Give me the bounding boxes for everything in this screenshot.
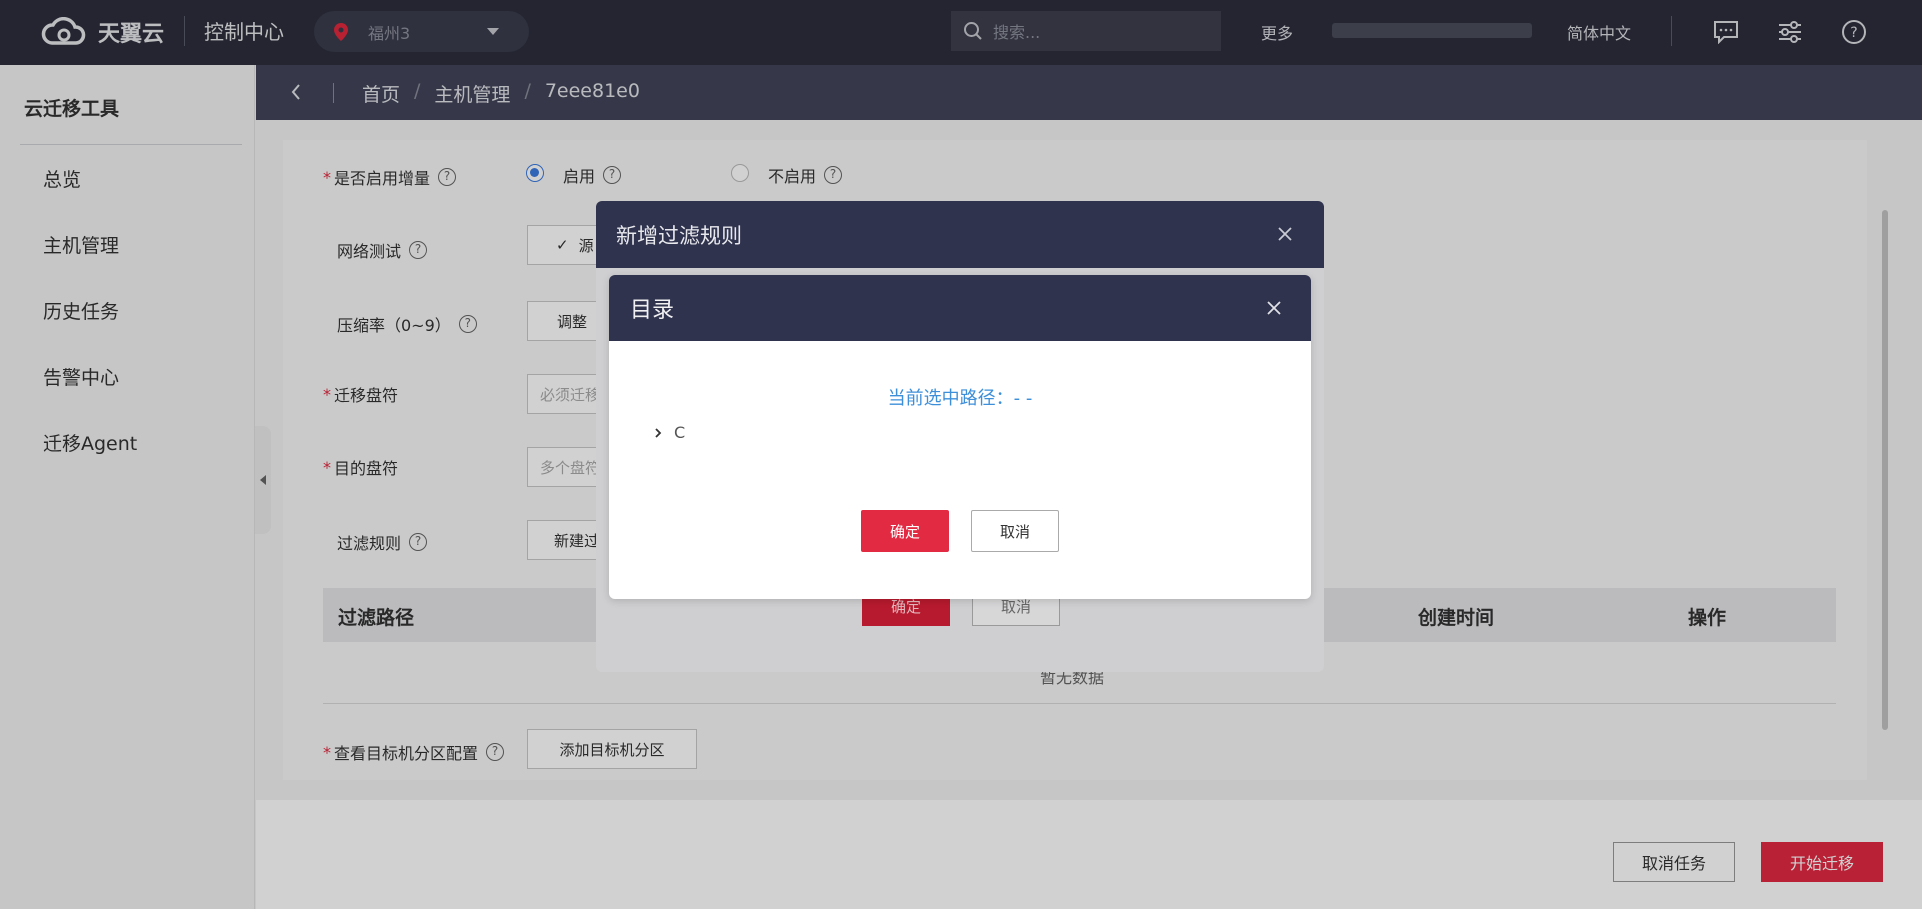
current-selected-path: 当前选中路径：- -: [887, 388, 1033, 409]
close-icon[interactable]: [1274, 223, 1296, 245]
dialog-title: 新增过滤规则: [616, 223, 742, 248]
dialog-header: 目录: [609, 275, 1311, 341]
tree-node-label[interactable]: C: [674, 423, 685, 442]
directory-dialog: 目录 当前选中路径：- - C 确定 取消: [609, 275, 1311, 599]
tree-node-c[interactable]: C: [654, 423, 685, 442]
confirm-button[interactable]: 确定: [861, 510, 949, 552]
cancel-button[interactable]: 取消: [971, 510, 1059, 552]
close-icon[interactable]: [1263, 297, 1285, 319]
dialog-title: 目录: [630, 298, 675, 323]
chevron-right-icon[interactable]: [654, 427, 662, 439]
dialog-header: 新增过滤规则: [596, 201, 1324, 268]
